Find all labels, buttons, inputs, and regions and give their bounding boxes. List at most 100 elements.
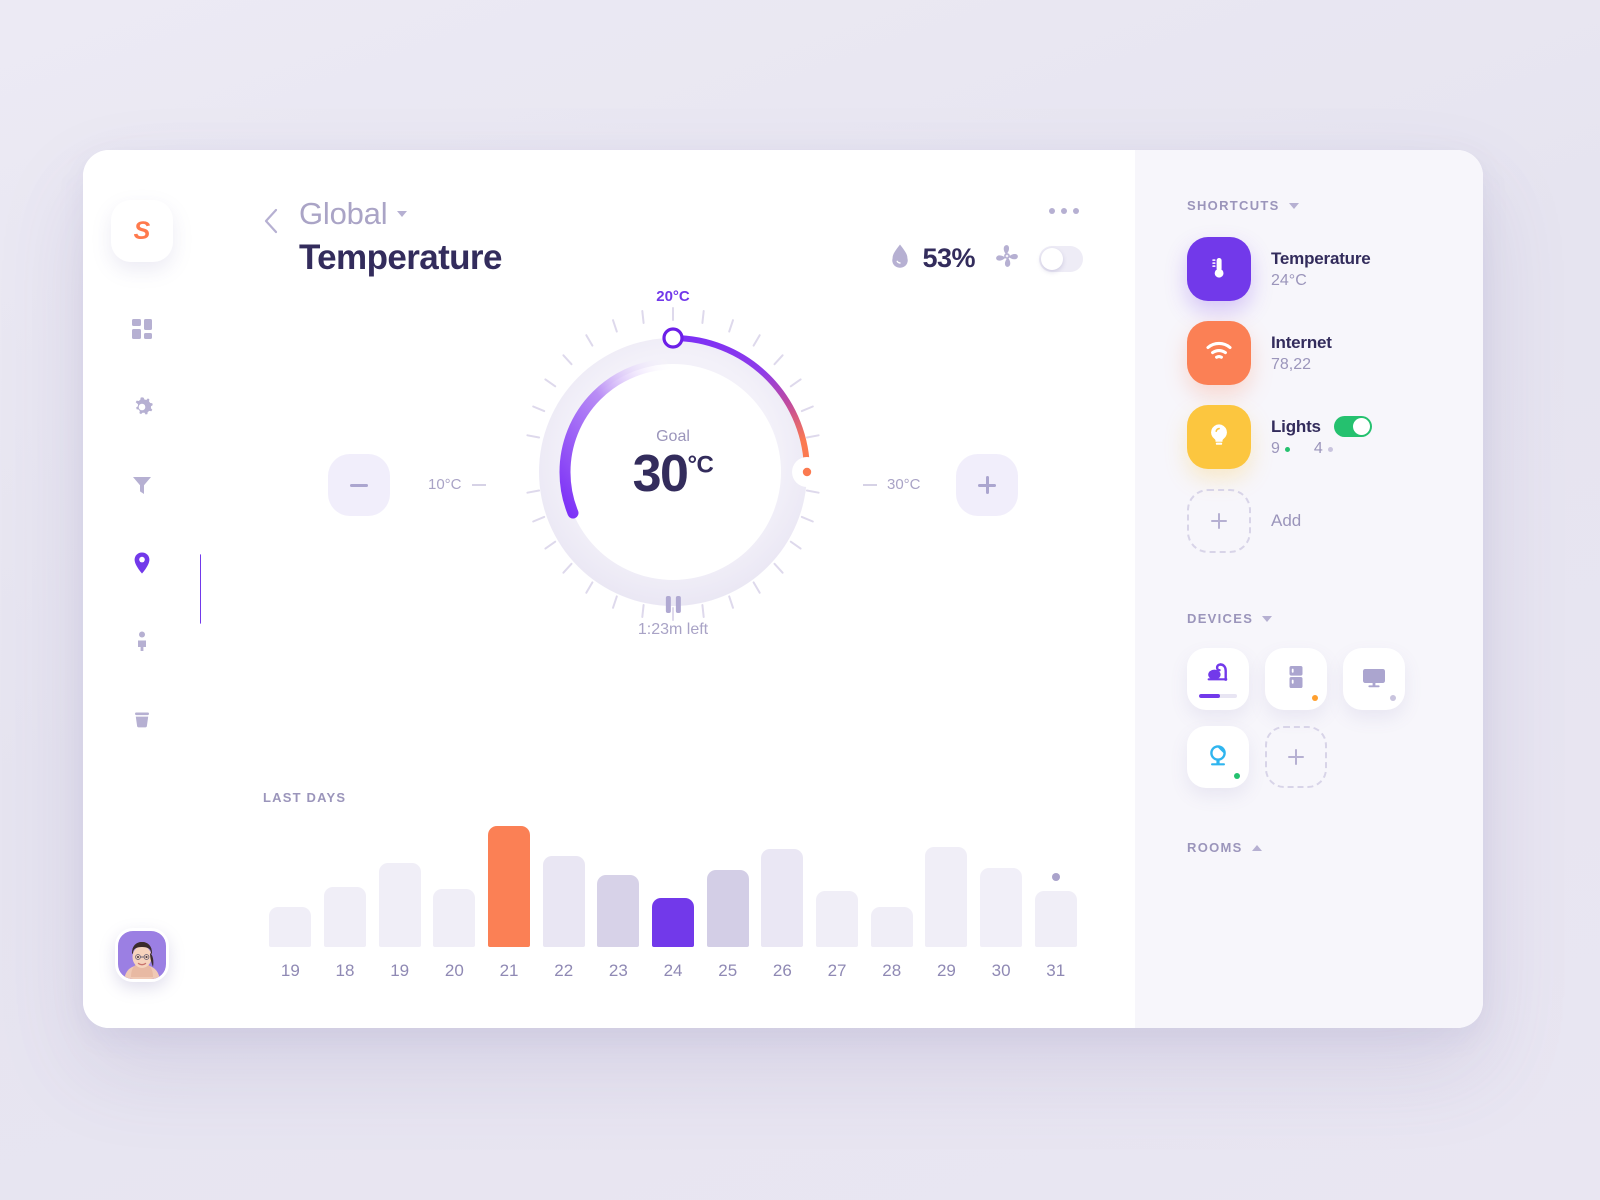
- chart-bar-column[interactable]: [536, 819, 591, 947]
- shortcut-text: Temperature 24°C: [1271, 249, 1371, 290]
- lights-toggle[interactable]: [1333, 416, 1372, 437]
- gear-icon: [129, 394, 155, 420]
- chart-x-label: 26: [772, 961, 792, 980]
- chart-bar-column[interactable]: [646, 819, 701, 947]
- chart-bar-column[interactable]: [263, 819, 318, 947]
- breadcrumb[interactable]: Global: [299, 196, 502, 232]
- minus-icon: [350, 483, 368, 487]
- plus-icon: [1211, 513, 1227, 529]
- device-webcam[interactable]: [1187, 726, 1249, 788]
- shortcut-name: Internet: [1271, 332, 1332, 352]
- add-device-button[interactable]: [1265, 726, 1327, 788]
- sidebar-item-dashboard[interactable]: [113, 300, 171, 358]
- chart-x-label: 18: [335, 961, 355, 980]
- chart-x-labels: 19 18 19 20 21 22 23 24 25 26 27 28 29 30 31: [263, 961, 1083, 981]
- chart-bar-column[interactable]: [427, 819, 482, 947]
- shortcut-temperature[interactable]: Temperature 24°C: [1187, 237, 1443, 301]
- lights-off-count: 4: [1313, 440, 1323, 457]
- range-min: 10°C: [428, 476, 486, 493]
- chart-x-label: 22: [554, 961, 574, 980]
- decrease-temperature-button[interactable]: [328, 454, 390, 516]
- chart-title: LAST DAYS: [263, 790, 347, 805]
- chart-x-label: 24: [663, 961, 683, 980]
- chart-bar-column[interactable]: [755, 819, 810, 947]
- sidebar-item-location[interactable]: [113, 534, 171, 592]
- sidebar-nav: S: [83, 150, 203, 1028]
- sidebar-item-trash[interactable]: [113, 690, 171, 748]
- dot: [1061, 208, 1067, 214]
- chart-bar-column[interactable]: [919, 819, 974, 947]
- device-monitor[interactable]: [1343, 648, 1405, 710]
- sidebar-item-settings[interactable]: [113, 378, 171, 436]
- chart-bar-column[interactable]: [318, 819, 373, 947]
- back-icon[interactable]: [263, 208, 279, 239]
- pause-icon[interactable]: [638, 596, 708, 613]
- fan-toggle[interactable]: [1039, 245, 1083, 272]
- device-vacuum[interactable]: [1187, 648, 1249, 710]
- titles: Global Temperature: [299, 196, 502, 278]
- droplet-icon: [890, 243, 910, 274]
- chart-bar-column[interactable]: [482, 819, 537, 947]
- pause-bar: [665, 596, 671, 613]
- lights-counts: 9 4: [1271, 440, 1372, 458]
- avatar-image: [119, 932, 165, 979]
- devices-heading[interactable]: DEVICES: [1187, 611, 1443, 626]
- chart-bar: [597, 874, 640, 947]
- avatar[interactable]: [115, 928, 169, 982]
- pause-bar: [675, 596, 681, 613]
- chart-bar-column[interactable]: [810, 819, 865, 947]
- goal-value-wrap: 30°C: [573, 448, 773, 500]
- chart-bar: [433, 888, 476, 947]
- gauge-dial[interactable]: 20°C Goal 30°C: [503, 288, 843, 634]
- chart-x-label: 23: [608, 961, 628, 980]
- timer-block: 1:23m left: [638, 596, 708, 639]
- chart-bar-column[interactable]: [974, 819, 1029, 947]
- app-window: S Global Temperature 53% 20°C Goal 30°C …: [83, 150, 1483, 1028]
- chart-bar-column[interactable]: [591, 819, 646, 947]
- chevron-down-icon: [397, 211, 408, 217]
- chart-x-label: 25: [718, 961, 738, 980]
- lightbulb-icon: [1204, 420, 1234, 455]
- shortcut-name-row: Temperature: [1271, 249, 1371, 269]
- sidebar-item-filter[interactable]: [113, 456, 171, 514]
- chart-bar-column[interactable]: [864, 819, 919, 947]
- rooms-heading[interactable]: ROOMS: [1187, 840, 1443, 855]
- shortcuts-heading[interactable]: SHORTCUTS: [1187, 198, 1443, 213]
- chart-bar-column[interactable]: [1028, 819, 1083, 947]
- shortcut-internet[interactable]: Internet 78,22: [1187, 321, 1443, 385]
- toggle-knob: [1041, 247, 1063, 270]
- app-logo[interactable]: S: [111, 200, 173, 262]
- plus-icon-vertical: [985, 476, 989, 494]
- fan-icon[interactable]: [993, 242, 1021, 275]
- chart-x-label: 19: [390, 961, 410, 980]
- dot: [1073, 208, 1079, 214]
- goal-value: 30: [632, 445, 689, 503]
- add-shortcut-button[interactable]: Add: [1187, 489, 1443, 553]
- chart-x-label: 29: [936, 961, 956, 980]
- chart-bar-column[interactable]: [372, 819, 427, 947]
- chart-bar: [706, 870, 749, 947]
- chevron-up-icon: [1251, 844, 1262, 851]
- breadcrumb-label: Global: [299, 196, 388, 231]
- vacuum-progress-bar: [1199, 694, 1237, 698]
- status-badge: [1312, 695, 1318, 701]
- chart-x-label: 19: [280, 961, 300, 980]
- temperature-gauge: 20°C Goal 30°C 10°C 30°C 1:23m left: [263, 284, 1083, 674]
- goal-unit: °C: [687, 451, 714, 479]
- add-shortcut-label: Add: [1271, 511, 1302, 530]
- shortcut-value: 24°C: [1271, 271, 1307, 289]
- person-icon: [129, 628, 155, 654]
- chart-bar-column[interactable]: [700, 819, 755, 947]
- shortcut-lights[interactable]: Lights 9 4: [1187, 405, 1443, 469]
- more-options-button[interactable]: [1049, 208, 1079, 214]
- goal-caption: Goal: [656, 428, 690, 445]
- increase-temperature-button[interactable]: [956, 454, 1018, 516]
- plus-icon: [1288, 749, 1304, 765]
- sidebar-item-profile[interactable]: [113, 612, 171, 670]
- status-dot-off: [1327, 446, 1333, 452]
- gauge-top-label: 20°C: [656, 288, 690, 305]
- shortcut-value: 78,22: [1271, 355, 1312, 373]
- fridge-icon: [1283, 663, 1309, 696]
- chart-bar: [324, 886, 366, 947]
- device-fridge[interactable]: [1265, 648, 1327, 710]
